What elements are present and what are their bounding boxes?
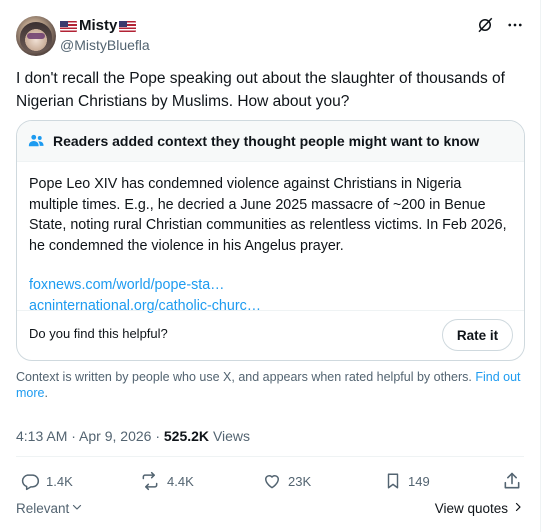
bookmark-icon	[384, 471, 402, 491]
like-icon	[262, 471, 282, 491]
views-count: 525.2K	[163, 428, 210, 444]
tweet-detail: Misty @MistyBluefla I don't recall the P…	[0, 0, 541, 532]
repost-button[interactable]: 4.4K	[139, 471, 194, 491]
note-context-disclaimer: Context is written by people who use X, …	[16, 369, 521, 401]
note-source-link[interactable]: acninternational.org/catholic-churc…	[29, 296, 512, 317]
reply-icon	[20, 471, 40, 491]
community-note-body: Pope Leo XIV has condemned violence agai…	[17, 162, 524, 316]
tweet-time[interactable]: 4:13 AM	[16, 428, 67, 444]
separator: ·	[71, 428, 80, 444]
bookmark-count: 149	[408, 473, 430, 489]
rate-it-button[interactable]: Rate it	[442, 319, 513, 351]
divider	[17, 310, 524, 311]
sort-dropdown[interactable]: Relevant	[16, 501, 83, 516]
repost-count: 4.4K	[167, 473, 194, 489]
tweet-text: I don't recall the Pope speaking out abo…	[16, 70, 505, 110]
us-flag-icon	[119, 20, 137, 32]
replies-controls: Relevant View quotes	[16, 501, 524, 519]
avatar[interactable]	[16, 16, 56, 56]
divider	[16, 456, 524, 457]
tweet-actions: 1.4K 4.4K 23K 149	[16, 471, 525, 493]
more-icon[interactable]	[506, 16, 524, 34]
like-count: 23K	[288, 473, 312, 489]
tweet-top-actions	[476, 16, 524, 34]
community-note-header: Readers added context they thought peopl…	[17, 121, 524, 162]
us-flag-icon	[60, 20, 77, 32]
community-note-title: Readers added context they thought peopl…	[53, 133, 480, 149]
helpful-prompt: Do you find this helpful?	[29, 326, 168, 341]
reply-button[interactable]: 1.4K	[20, 471, 73, 491]
community-note: Readers added context they thought peopl…	[16, 120, 525, 361]
reply-count: 1.4K	[46, 473, 73, 489]
author-handle[interactable]: @MistyBluefla	[60, 37, 150, 54]
note-source-link[interactable]: foxnews.com/world/pope-sta…	[29, 275, 512, 296]
context-text: Context is written by people who use X, …	[16, 370, 472, 384]
author-name-row[interactable]: Misty	[60, 17, 137, 35]
view-quotes-link[interactable]: View quotes	[435, 501, 524, 516]
chevron-right-icon	[512, 501, 524, 516]
like-button[interactable]: 23K	[262, 471, 311, 491]
share-button[interactable]	[502, 471, 522, 491]
bookmark-button[interactable]: 149	[384, 471, 430, 491]
view-quotes-label: View quotes	[434, 501, 508, 516]
grok-icon[interactable]	[476, 16, 494, 34]
views-label: Views	[212, 428, 251, 444]
context-period: .	[44, 386, 48, 400]
separator: ·	[155, 428, 164, 444]
sort-label: Relevant	[16, 501, 70, 516]
tweet-date[interactable]: Apr 9, 2026	[79, 428, 151, 444]
share-icon	[502, 471, 522, 491]
author-display-name[interactable]: Misty	[79, 17, 117, 35]
people-icon	[27, 132, 45, 150]
repost-icon	[139, 471, 161, 491]
chevron-down-icon	[71, 501, 83, 516]
community-note-text: Pope Leo XIV has condemned violence agai…	[29, 176, 507, 254]
tweet-timestamp: 4:13 AM · Apr 9, 2026 · 525.2K Views	[16, 427, 250, 445]
